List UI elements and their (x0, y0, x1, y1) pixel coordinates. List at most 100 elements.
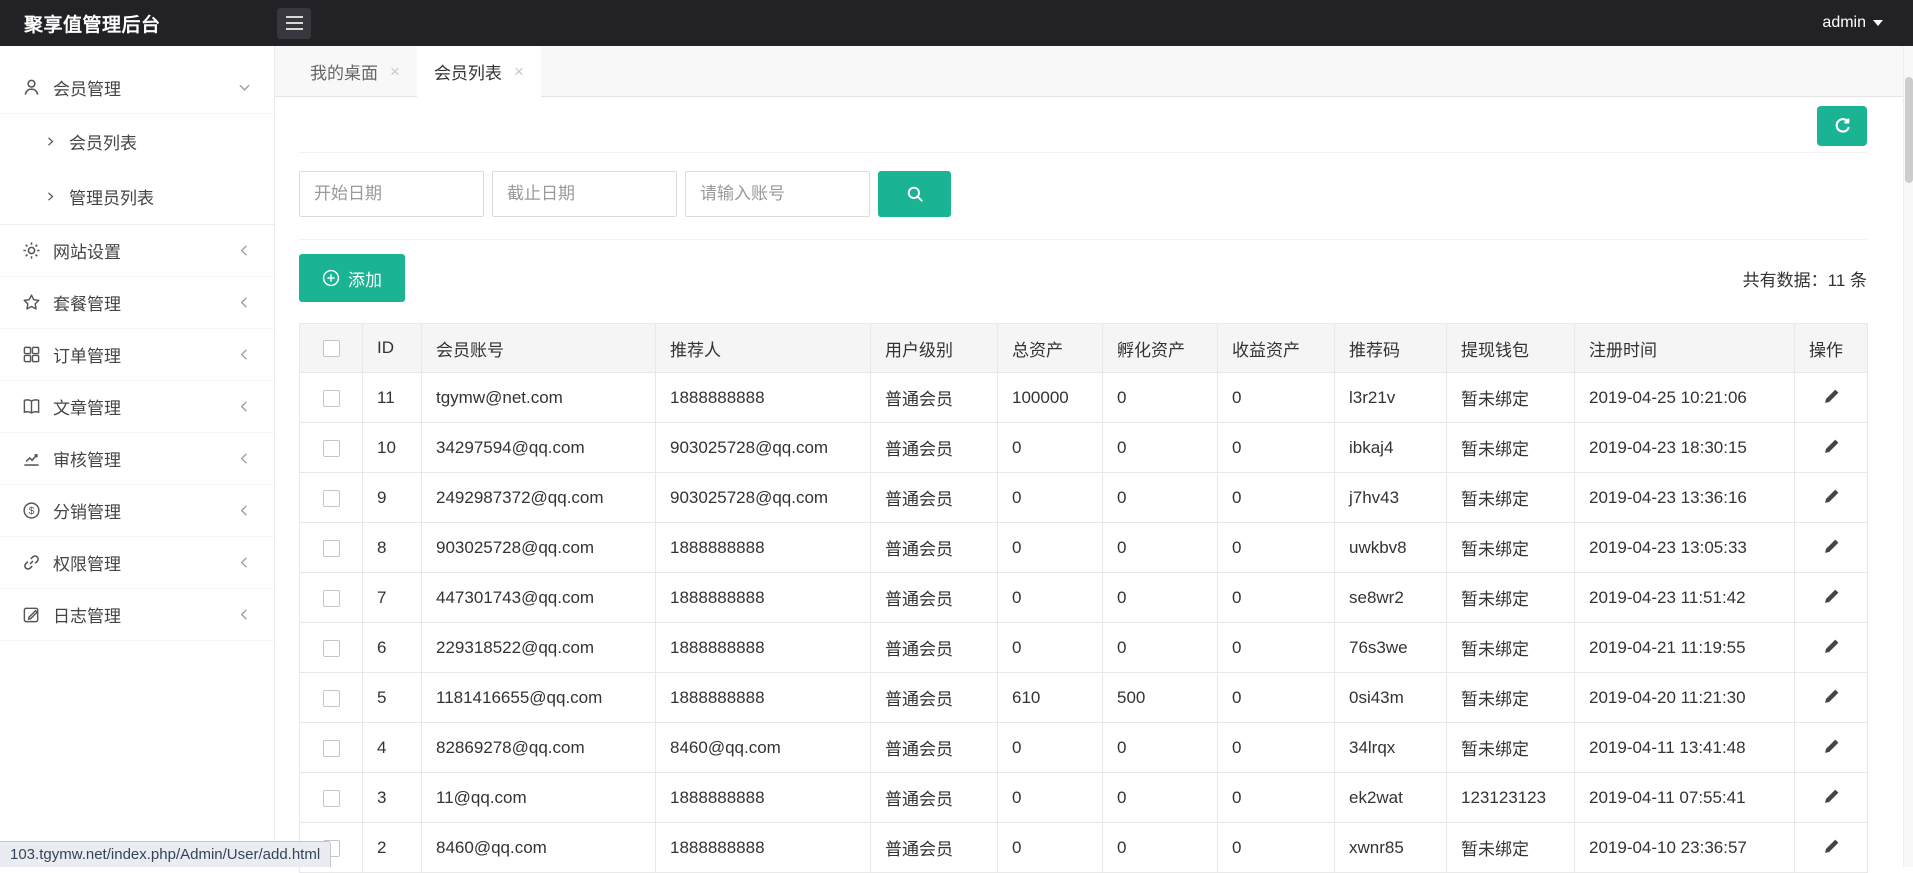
sidebar-item-article-mgmt[interactable]: 文章管理 (0, 381, 274, 433)
edit-button[interactable] (1818, 733, 1845, 763)
dollar-icon: $ (22, 501, 41, 520)
table-row: 11 tgymw@net.com 1888888888 普通会员 100000 … (300, 373, 1868, 423)
user-menu[interactable]: admin (1822, 14, 1883, 32)
cell-income-assets: 0 (1218, 723, 1335, 773)
row-checkbox[interactable] (323, 740, 340, 757)
cell-total-assets: 0 (998, 623, 1103, 673)
add-button-label: 添加 (348, 266, 382, 291)
sidebar-item-permission-mgmt[interactable]: 权限管理 (0, 537, 274, 589)
edit-icon (22, 605, 41, 624)
sidebar-item-label: 文章管理 (53, 394, 121, 419)
column-header: 操作 (1795, 324, 1868, 373)
cell-referral-code: xwnr85 (1335, 823, 1447, 873)
start-date-input[interactable] (299, 171, 484, 217)
row-checkbox[interactable] (323, 390, 340, 407)
hamburger-menu-icon[interactable] (277, 8, 311, 39)
cell-referral-code: 34lrqx (1335, 723, 1447, 773)
search-button[interactable] (878, 171, 951, 217)
cell-account: 903025728@qq.com (422, 523, 656, 573)
sidebar-item-distribution-mgmt[interactable]: $ 分销管理 (0, 485, 274, 537)
end-date-input[interactable] (492, 171, 677, 217)
cell-register-time: 2019-04-21 11:19:55 (1575, 623, 1795, 673)
row-checkbox[interactable] (323, 790, 340, 807)
edit-button[interactable] (1818, 383, 1845, 413)
cell-id: 5 (363, 673, 422, 723)
sidebar-submenu-member: 会员列表 管理员列表 (0, 114, 274, 225)
cell-wallet: 暂未绑定 (1447, 723, 1575, 773)
row-checkbox[interactable] (323, 690, 340, 707)
row-checkbox[interactable] (323, 640, 340, 657)
cell-wallet: 暂未绑定 (1447, 523, 1575, 573)
tab-member-list[interactable]: 会员列表 × (417, 46, 541, 97)
add-button[interactable]: 添加 (299, 254, 405, 302)
edit-button[interactable] (1818, 583, 1845, 613)
pencil-icon (1822, 387, 1841, 406)
edit-button[interactable] (1818, 833, 1845, 863)
cell-referral-code: 0si43m (1335, 673, 1447, 723)
cell-income-assets: 0 (1218, 523, 1335, 573)
close-icon[interactable]: × (514, 63, 524, 80)
cell-account: 11@qq.com (422, 773, 656, 823)
cell-account: tgymw@net.com (422, 373, 656, 423)
cell-incubation-assets: 0 (1103, 823, 1218, 873)
chart-icon (22, 449, 41, 468)
row-checkbox[interactable] (323, 490, 340, 507)
refresh-icon (1833, 117, 1852, 136)
sidebar-item-member-mgmt[interactable]: 会员管理 (0, 62, 274, 114)
search-row (299, 153, 1867, 240)
refresh-button[interactable] (1817, 106, 1867, 146)
pencil-icon (1822, 487, 1841, 506)
scrollbar-track[interactable] (1903, 46, 1913, 867)
tabbar: 我的桌面 × 会员列表 × (275, 46, 1913, 97)
sidebar-item-label: 订单管理 (53, 342, 121, 367)
sidebar-item-label: 权限管理 (53, 550, 121, 575)
grid-icon (22, 345, 41, 364)
cell-id: 2 (363, 823, 422, 873)
sidebar-item-package-mgmt[interactable]: 套餐管理 (0, 277, 274, 329)
sidebar-item-audit-mgmt[interactable]: 审核管理 (0, 433, 274, 485)
scrollbar-thumb[interactable] (1905, 77, 1913, 183)
cell-referral-code: j7hv43 (1335, 473, 1447, 523)
sidebar-item-order-mgmt[interactable]: 订单管理 (0, 329, 274, 381)
edit-button[interactable] (1818, 683, 1845, 713)
table-header-row: ID 会员账号 推荐人 用户级别 总资产 孵化资产 收益资产 推荐码 提现钱包 … (300, 324, 1868, 373)
app-title: 聚享值管理后台 (0, 10, 275, 37)
edit-button[interactable] (1818, 433, 1845, 463)
row-checkbox[interactable] (323, 540, 340, 557)
edit-button[interactable] (1818, 533, 1845, 563)
cell-wallet: 暂未绑定 (1447, 573, 1575, 623)
cell-referrer: 1888888888 (656, 673, 871, 723)
cell-income-assets: 0 (1218, 673, 1335, 723)
sidebar-item-site-settings[interactable]: 网站设置 (0, 225, 274, 277)
cell-incubation-assets: 0 (1103, 523, 1218, 573)
edit-button[interactable] (1818, 483, 1845, 513)
search-icon (906, 185, 924, 203)
edit-button[interactable] (1818, 633, 1845, 663)
cell-incubation-assets: 0 (1103, 773, 1218, 823)
cell-income-assets: 0 (1218, 623, 1335, 673)
cell-referrer: 903025728@qq.com (656, 423, 871, 473)
row-checkbox[interactable] (323, 590, 340, 607)
sidebar-subitem-admin-list[interactable]: 管理员列表 (0, 169, 274, 224)
sidebar-item-log-mgmt[interactable]: 日志管理 (0, 589, 274, 641)
row-checkbox[interactable] (323, 440, 340, 457)
svg-text:$: $ (29, 506, 35, 517)
edit-button[interactable] (1818, 783, 1845, 813)
cell-account: 1181416655@qq.com (422, 673, 656, 723)
table-row: 6 229318522@qq.com 1888888888 普通会员 0 0 0… (300, 623, 1868, 673)
cell-level: 普通会员 (871, 473, 998, 523)
chevron-left-icon (237, 243, 252, 258)
column-header: 会员账号 (422, 324, 656, 373)
select-all-checkbox[interactable] (323, 340, 340, 357)
account-input[interactable] (685, 171, 870, 217)
tab-my-desktop[interactable]: 我的桌面 × (293, 46, 417, 96)
cell-total-assets: 0 (998, 773, 1103, 823)
caret-down-icon (1873, 20, 1883, 26)
sidebar-item-label: 套餐管理 (53, 290, 121, 315)
cell-income-assets: 0 (1218, 573, 1335, 623)
table-row: 8 903025728@qq.com 1888888888 普通会员 0 0 0… (300, 523, 1868, 573)
cell-referrer: 1888888888 (656, 523, 871, 573)
link-preview: 103.tgymw.net/index.php/Admin/User/add.h… (0, 841, 331, 867)
sidebar-subitem-member-list[interactable]: 会员列表 (0, 114, 274, 169)
close-icon[interactable]: × (390, 63, 400, 80)
